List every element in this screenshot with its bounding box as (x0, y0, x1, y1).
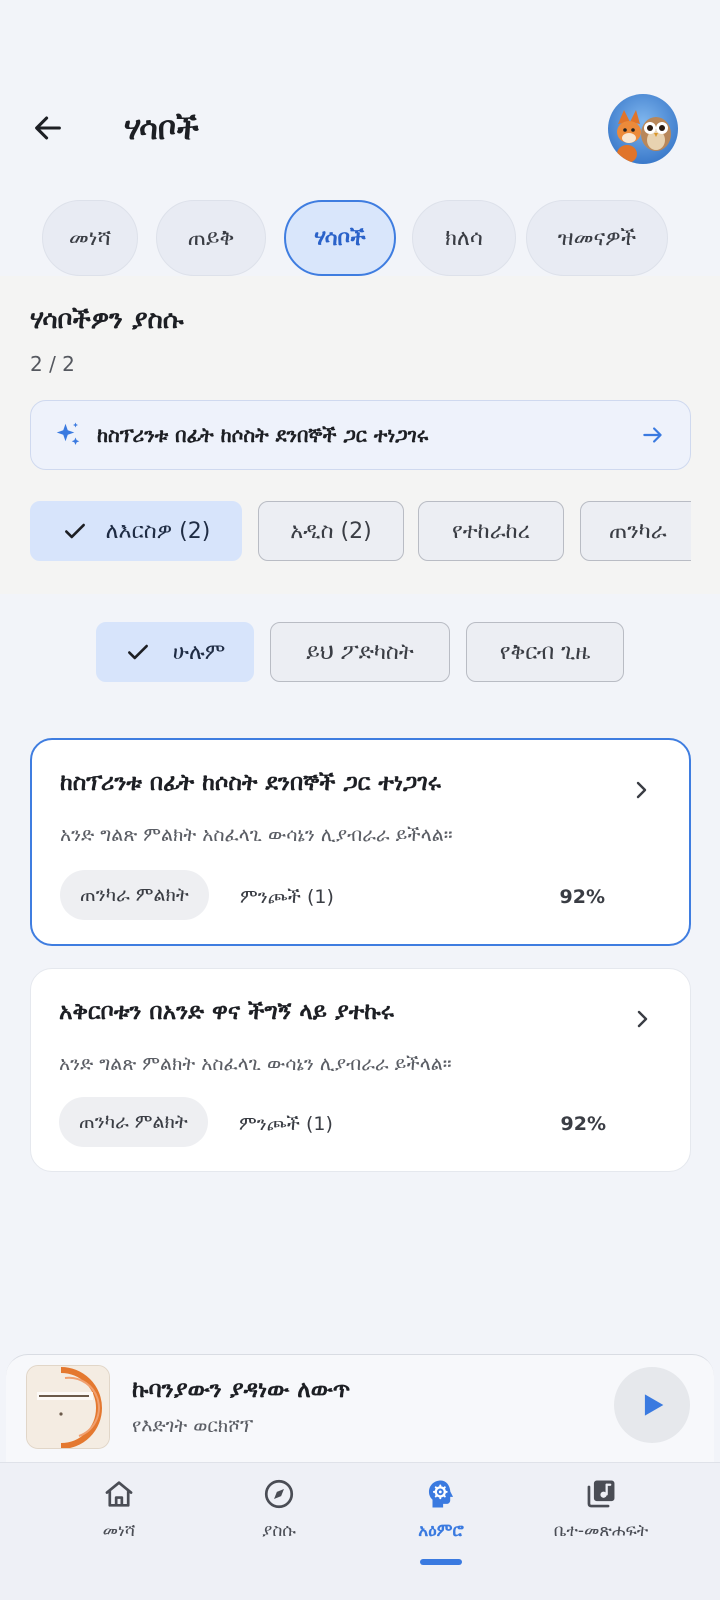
check-icon (127, 644, 148, 660)
tab-label: መነሻ (68, 225, 112, 251)
sources-link[interactable]: ምንጮች (1) (239, 1113, 333, 1135)
play-icon (644, 1394, 664, 1416)
scope-chip-all[interactable]: ሁሉም (96, 622, 254, 682)
arrow-left-icon (35, 116, 61, 140)
filter-chip-new[interactable]: አዲስ (2) (258, 501, 404, 561)
sources-link[interactable]: ምንጮች (1) (240, 886, 334, 908)
compass-icon (264, 1479, 294, 1509)
now-playing-title: ኩባንያውን ያዳነው ለውጥ (132, 1377, 351, 1403)
nav-label: መነሻ (102, 1521, 136, 1541)
chevron-right-icon (637, 1010, 648, 1028)
nav-item-mind[interactable]: አዕምሮ (366, 1477, 516, 1567)
chevron-right-icon (636, 781, 647, 799)
music-library-icon (587, 1480, 615, 1508)
chip-label: የቅርብ ጊዜ (499, 639, 591, 665)
filter-chip-debated[interactable]: የተከራከረ (418, 501, 564, 561)
nav-label: ቤተ-መጽሐፍት (553, 1521, 649, 1541)
fox-owl-avatar-icon (608, 94, 678, 164)
tab-home[interactable]: መነሻ (42, 200, 138, 276)
section-title: ሃሳቦችዎን ያስሱ (30, 305, 184, 335)
home-icon (105, 1481, 133, 1507)
podcast-artwork (26, 1365, 110, 1449)
podcast-artwork-image (27, 1366, 109, 1448)
idea-card-title: አቅርቦቱን በአንድ ዋና ችግኝ ላይ ያተኩሩ (59, 999, 394, 1025)
nav-label: ያስሱ (262, 1521, 296, 1541)
brain-gear-icon (428, 1480, 454, 1508)
tab-ask[interactable]: ጠይቅ (156, 200, 266, 276)
tab-updates[interactable]: ዝመናዎች (526, 200, 668, 276)
filter-chip-row: ለእርስዎ (2) አዲስ (2) የተከራከረ ጠንካራ (30, 500, 691, 562)
chip-label: ለእርስዎ (2) (105, 518, 211, 544)
suggestion-text: ከስፕሪንቱ በፊት ከሶስት ደንበኞች ጋር ተነጋገሩ (97, 423, 429, 447)
avatar[interactable] (608, 94, 678, 164)
bottom-navigation: መነሻ ያስሱ አዕምሮ ቤተ-መጽሐፍት (0, 1462, 720, 1600)
chip-label: ሁሉም (172, 639, 226, 665)
page-title: ሃሳቦች (124, 109, 199, 147)
idea-card-description: አንድ ግልጽ ምልክት አስፈላጊ ውሳኔን ሊያብራራ ይችላል። (60, 824, 453, 846)
tab-label: ጠይቅ (187, 225, 235, 251)
nav-item-explore[interactable]: ያስሱ (204, 1477, 354, 1567)
chip-label: ጠንካራ (609, 518, 667, 544)
tab-label: ዝመናዎች (557, 225, 637, 251)
arrow-right-icon (643, 427, 662, 443)
signal-badge: ጠንካራ ምልክት (60, 870, 209, 920)
check-icon (64, 523, 85, 539)
signal-badge: ጠንካራ ምልክት (59, 1097, 208, 1147)
idea-card[interactable]: አቅርቦቱን በአንድ ዋና ችግኝ ላይ ያተኩሩ አንድ ግልጽ ምልክት … (30, 968, 691, 1172)
tab-ideas[interactable]: ሃሳቦች (284, 200, 396, 276)
idea-card-description: አንድ ግልጽ ምልክት አስፈላጊ ውሳኔን ሊያብራራ ይችላል። (59, 1053, 452, 1075)
mini-player[interactable]: ኩባንያውን ያዳነው ለውጥ የእድገት ወርክሾፕ (6, 1354, 714, 1464)
tab-review[interactable]: ክለሳ (412, 200, 516, 276)
tab-label: ክለሳ (445, 225, 483, 251)
chip-label: አዲስ (2) (290, 518, 372, 544)
tab-label: ሃሳቦች (314, 225, 366, 251)
back-button[interactable] (24, 104, 72, 152)
chip-label: የተከራከረ (451, 518, 531, 544)
active-tab-indicator (420, 1559, 462, 1565)
chip-label: ይህ ፖድካስት (306, 639, 414, 665)
nav-item-home[interactable]: መነሻ (44, 1477, 194, 1567)
idea-card-title: ከስፕሪንቱ በፊት ከሶስት ደንበኞች ጋር ተነጋገሩ (60, 770, 441, 796)
confidence-value: 92% (559, 886, 605, 908)
now-playing-subtitle: የእድገት ወርክሾፕ (132, 1415, 254, 1437)
idea-card[interactable]: ከስፕሪንቱ በፊት ከሶስት ደንበኞች ጋር ተነጋገሩ አንድ ግልጽ ም… (30, 738, 691, 946)
scope-chip-recent[interactable]: የቅርብ ጊዜ (466, 622, 624, 682)
suggestion-button[interactable]: ከስፕሪንቱ በፊት ከሶስት ደንበኞች ጋር ተነጋገሩ (30, 400, 691, 470)
section-count: 2 / 2 (30, 352, 75, 376)
filter-chip-for-you[interactable]: ለእርስዎ (2) (30, 501, 242, 561)
filter-chip-strong[interactable]: ጠንካራ (580, 501, 691, 561)
confidence-value: 92% (560, 1113, 606, 1135)
sparkle-icon (56, 422, 80, 445)
nav-label: አዕምሮ (418, 1521, 464, 1541)
scope-chip-this-podcast[interactable]: ይህ ፖድካስት (270, 622, 450, 682)
nav-item-library[interactable]: ቤተ-መጽሐፍት (526, 1477, 676, 1567)
play-button[interactable] (614, 1367, 690, 1443)
